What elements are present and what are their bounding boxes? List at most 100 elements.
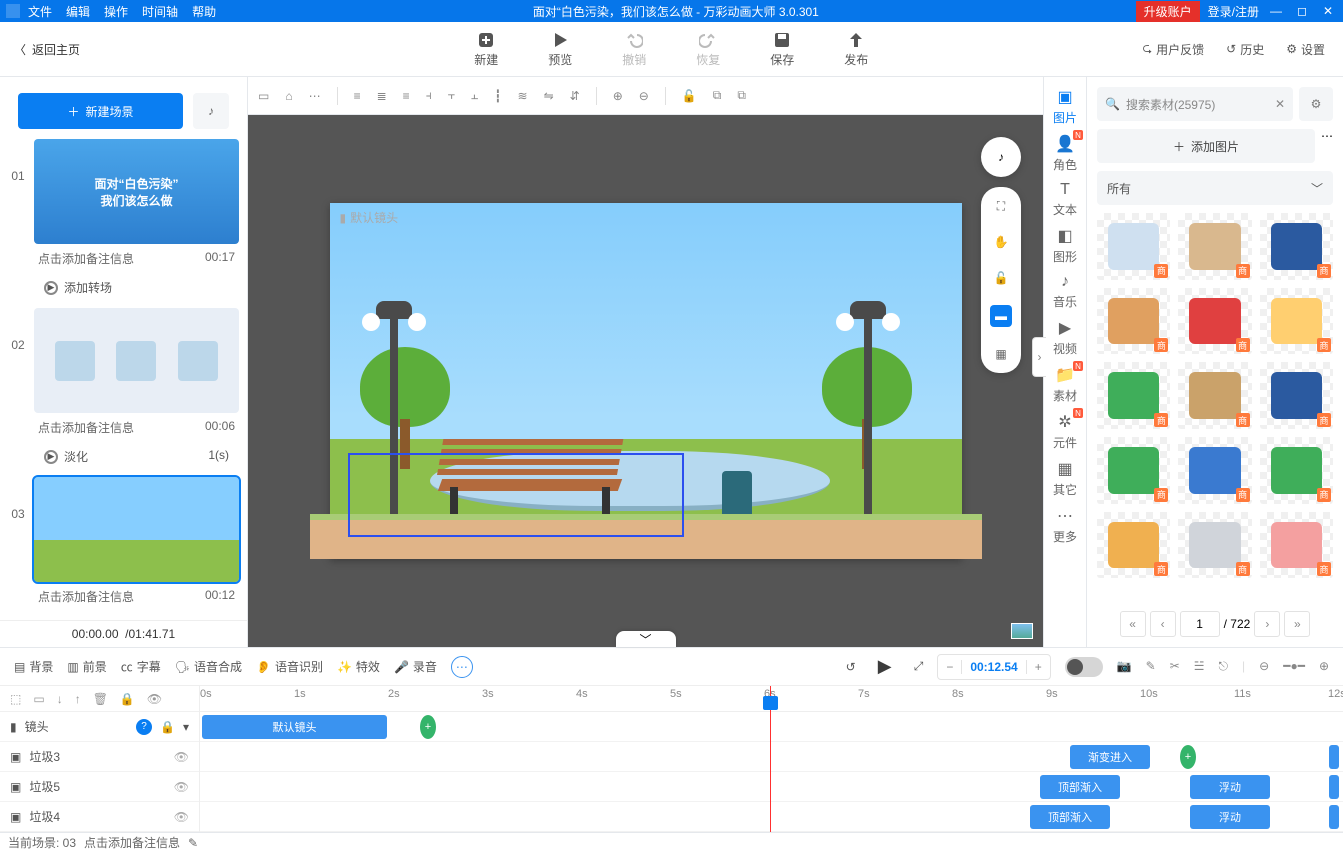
delete-track-icon[interactable]: 🗑 [93, 692, 108, 706]
clip[interactable]: 浮动 [1190, 805, 1270, 829]
asset-item[interactable]: 商 [1260, 362, 1333, 429]
history-link[interactable]: ↺历史 [1226, 39, 1264, 60]
scene-thumb[interactable] [34, 477, 239, 582]
music-fab[interactable]: ♪ [981, 137, 1021, 177]
back-home-link[interactable]: 〈返回主页 [0, 41, 200, 58]
dist-h-icon[interactable]: ┇ [494, 89, 501, 103]
tl-tts[interactable]: 🗣语音合成 [175, 658, 242, 675]
scene-audio-button[interactable]: ♪ [193, 93, 229, 129]
page-next[interactable]: › [1254, 611, 1280, 637]
align-center-icon[interactable]: ≣ [377, 89, 387, 103]
track-area[interactable]: 0s1s2s3s4s5s6s7s8s9s10s11s12s 默认镜头+ 渐变进入… [200, 686, 1343, 832]
eye-icon[interactable]: 👁 [174, 810, 189, 824]
time-plus[interactable]: + [1026, 660, 1050, 674]
tl-link-icon[interactable]: ⎋ [1219, 659, 1229, 674]
track-row[interactable]: ▣垃圾3👁 [0, 742, 199, 772]
scene-transition[interactable]: ▶淡化1(s) [34, 442, 239, 471]
eye-icon[interactable]: 👁 [174, 780, 189, 794]
track-row[interactable]: ▣垃圾5👁 [0, 772, 199, 802]
lock-icon[interactable]: 🔓 [682, 89, 697, 103]
lock-all-icon[interactable]: 🔒 [120, 692, 135, 706]
page-first[interactable]: « [1120, 611, 1146, 637]
tl-foreground[interactable]: ▥前景 [67, 658, 106, 675]
zoom-out-icon[interactable]: ⊖ [639, 89, 649, 103]
scene-thumb[interactable]: 面对“白色污染”我们该怎么做 [34, 139, 239, 244]
collapse-assets-handle[interactable]: › [1032, 337, 1046, 377]
tl-filter-icon[interactable]: ☱ [1194, 659, 1205, 674]
tab-music[interactable]: ♪音乐 [1045, 269, 1085, 314]
scene-note[interactable]: 点击添加备注信息 [38, 588, 134, 605]
eye-icon[interactable]: 👁 [174, 750, 189, 764]
page-last[interactable]: » [1284, 611, 1310, 637]
grid-icon[interactable]: ▦ [992, 345, 1010, 363]
page-prev[interactable]: ‹ [1150, 611, 1176, 637]
tl-background[interactable]: ▤背景 [14, 658, 53, 675]
zoom-in-icon[interactable]: ⊕ [613, 89, 623, 103]
upgrade-button[interactable]: 升级账户 [1136, 1, 1200, 22]
add-keyframe-button[interactable]: + [1180, 745, 1196, 769]
tl-time-stepper[interactable]: −00:12.54+ [937, 654, 1050, 680]
scene-note[interactable]: 点击添加备注信息 [38, 419, 134, 436]
menu-help[interactable]: 帮助 [192, 3, 216, 20]
clip-tail[interactable] [1329, 745, 1339, 769]
playhead[interactable] [770, 686, 771, 832]
asset-item[interactable]: 商 [1178, 512, 1251, 579]
canvas-stage[interactable]: ▮默认镜头 [330, 203, 962, 559]
align-bottom-icon[interactable]: ⫠ [471, 88, 478, 103]
scene-item[interactable]: 01 面对“白色污染”我们该怎么做 点击添加备注信息00:17 ▶添加转场 [8, 139, 239, 302]
add-track-icon[interactable]: ⬚ [10, 692, 21, 706]
page-input[interactable]: 1 [1180, 611, 1220, 637]
dist-v-icon[interactable]: ≋ [518, 89, 528, 103]
asset-item[interactable]: 商 [1260, 437, 1333, 504]
selection-box[interactable] [348, 453, 684, 537]
tl-camera-icon[interactable]: 📷 [1117, 659, 1132, 674]
align-top-icon[interactable]: ⫞ [426, 88, 432, 103]
undo-button[interactable]: 撤销 [622, 31, 646, 68]
tab-more[interactable]: ⋯更多 [1045, 502, 1085, 549]
menu-edit[interactable]: 编辑 [66, 3, 90, 20]
clip-lens[interactable]: 默认镜头 [202, 715, 387, 739]
up-icon[interactable]: ↑ [75, 692, 81, 706]
hand-icon[interactable]: ✋ [992, 233, 1010, 251]
tl-play-button[interactable]: ▶ [870, 656, 900, 677]
tab-video[interactable]: ▶视频 [1045, 314, 1085, 361]
clip-tail[interactable] [1329, 775, 1339, 799]
scene-item[interactable]: 02 点击添加备注信息00:06 ▶淡化1(s) [8, 308, 239, 471]
tl-edit-icon[interactable]: ✎ [1146, 659, 1156, 674]
tl-zoom-out-icon[interactable]: ⊖ [1259, 659, 1269, 674]
new-button[interactable]: 新建 [474, 31, 498, 68]
scene-item[interactable]: 03 点击添加备注信息00:12 [8, 477, 239, 611]
maximize-button[interactable]: ◻ [1293, 4, 1311, 18]
align-left-icon[interactable]: ≡ [354, 89, 361, 103]
asset-item[interactable]: 商 [1178, 288, 1251, 355]
new-scene-button[interactable]: ＋新建场景 [18, 93, 183, 129]
tab-asset[interactable]: N📁素材 [1045, 361, 1085, 408]
copy-icon[interactable]: ⧉ [713, 88, 722, 103]
publish-button[interactable]: 发布 [844, 31, 868, 68]
tl-expand-icon[interactable]: ⤢ [914, 659, 924, 674]
flip-v-icon[interactable]: ⇵ [570, 89, 580, 103]
login-link[interactable]: 登录/注册 [1208, 3, 1259, 20]
minimize-button[interactable]: — [1267, 4, 1285, 18]
home-icon[interactable]: ⌂ [285, 89, 292, 103]
asset-item[interactable]: 商 [1178, 213, 1251, 280]
search-input[interactable]: 🔍搜索素材(25975)✕ [1097, 87, 1293, 121]
select-tool-icon[interactable]: ▬ [990, 305, 1012, 327]
asset-item[interactable]: 商 [1260, 512, 1333, 579]
align-middle-icon[interactable]: ⫟ [448, 88, 455, 103]
track-lens[interactable]: ▮镜头?🔒▾ [0, 712, 199, 742]
tab-other[interactable]: ▦其它 [1045, 455, 1085, 502]
tl-cut-icon[interactable]: ✂ [1170, 659, 1180, 674]
filter-button[interactable]: ⚙ [1299, 87, 1333, 121]
time-minus[interactable]: − [938, 660, 962, 674]
asset-item[interactable]: 商 [1097, 288, 1170, 355]
add-image-button[interactable]: ＋添加图片 [1097, 129, 1315, 163]
asset-item[interactable]: 商 [1097, 362, 1170, 429]
clip[interactable]: 顶部渐入 [1040, 775, 1120, 799]
more-h-icon[interactable]: ⋯ [309, 89, 321, 103]
tab-image[interactable]: ▣图片 [1045, 83, 1085, 130]
tl-snap-toggle[interactable] [1065, 657, 1103, 677]
arrange-back-icon[interactable]: ▭ [258, 89, 269, 103]
tl-zoom-slider[interactable]: ━●━ [1283, 659, 1305, 674]
menu-timeline[interactable]: 时间轴 [142, 3, 178, 20]
